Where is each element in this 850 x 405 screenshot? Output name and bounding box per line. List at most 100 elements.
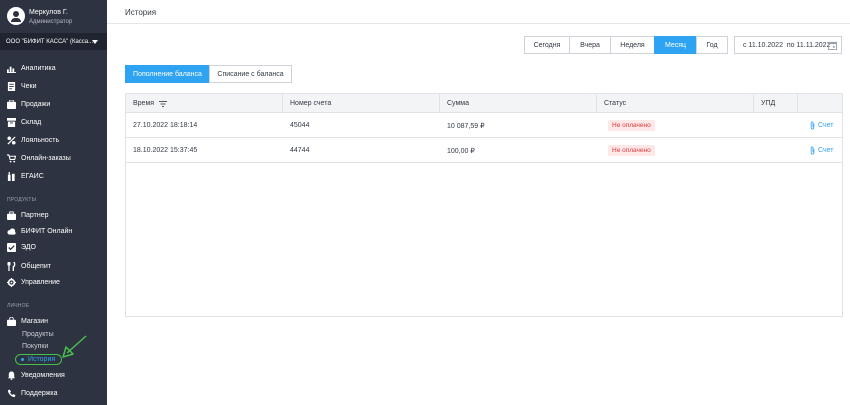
column-header-amount: Сумма [440,94,597,113]
sidebar-item-label: Партнер [21,211,49,219]
column-header-number: Номер счета [283,94,440,113]
bottle-icon [7,171,16,181]
cell-number: 44744 [290,147,310,154]
section-title-personal: ЛИЧНОЕ [7,303,30,309]
bell-icon [7,370,16,380]
cell-upd [754,113,761,138]
sidebar-item-catering[interactable]: Общепит [0,259,107,273]
sidebar-subitem-history[interactable]: История [15,354,62,365]
avatar [7,7,25,25]
calendar-icon[interactable] [828,41,837,50]
gear-icon [7,277,16,287]
sidebar-item-partner[interactable]: Партнер [0,208,107,222]
sidebar-item-receipts[interactable]: Чеки [0,79,107,93]
phone-icon [7,388,16,398]
organization-name: ООО "БИФИТ КАССА" (Касса... [6,38,94,45]
sidebar-item-label: Лояльность [21,136,60,144]
sidebar-item-label: Магазин [21,317,49,325]
cell-time: 27.10.2022 18:18:14 [133,122,198,129]
sidebar-item-label: Общепит [21,262,51,270]
briefcase-icon [7,210,16,220]
period-year-button[interactable]: Год [696,36,728,54]
date-range-value: с 11.10.2022 по 11.11.2022 [743,41,831,49]
shop-icon [7,316,16,326]
column-header-time[interactable]: Время [126,94,283,113]
cell-status: Не оплачено [601,113,655,138]
tab-balance-topup[interactable]: Пополнение баланса [125,65,210,83]
sales-icon [7,99,16,109]
cell-actions: Счет [802,113,834,138]
sidebar-item-label: Аналитика [21,64,56,72]
history-table: Время Номер счета Сумма Статус УПД 27.10… [125,93,843,317]
table-header: Время Номер счета Сумма Статус УПД [126,94,842,113]
sidebar-item-loyalty[interactable]: Лояльность [0,133,107,147]
sidebar-item-management[interactable]: Управление [0,275,107,289]
sidebar-item-label: БИФИТ Онлайн [21,227,73,235]
column-header-upd: УПД [754,94,798,113]
date-range-picker[interactable]: с 11.10.2022 по 11.11.2022 [734,36,842,54]
sidebar-item-label: Склад [21,118,42,126]
sidebar-subitem-products[interactable]: Продукты [22,331,54,338]
status-badge: Не оплачено [608,120,655,131]
sidebar-subitem-purchases[interactable]: Покупки [22,343,48,350]
edo-icon [7,242,16,252]
page-title: История [125,8,157,17]
sidebar-item-support[interactable]: Поддержка [0,386,107,400]
invoice-link-label: Счет [818,147,834,154]
period-yesterday-button[interactable]: Вчера [569,36,611,54]
percent-icon [7,135,16,145]
analytics-icon [7,64,16,73]
sidebar: Меркулов Г. Администратор ООО "БИФИТ КАС… [0,0,107,405]
sidebar-item-label: ЭДО [21,243,36,251]
sidebar-item-sales[interactable]: Продажи [0,97,107,111]
page-header: История [107,0,850,24]
cell-status: Не оплачено [601,138,655,163]
sidebar-item-warehouse[interactable]: Склад [0,115,107,129]
user-profile[interactable]: Меркулов Г. Администратор [6,6,106,28]
user-name: Меркулов Г. [29,9,68,16]
filter-icon[interactable] [159,100,168,107]
period-month-button[interactable]: Месяц [654,36,697,54]
sidebar-item-label: Продажи [21,100,51,108]
sidebar-item-egais[interactable]: ЕГАИС [0,169,107,183]
sidebar-item-edo[interactable]: ЭДО [0,240,107,254]
paperclip-icon [810,146,815,155]
chevron-down-icon [92,40,98,44]
cell-actions: Счет [802,138,834,163]
sidebar-item-bifit-online[interactable]: БИФИТ Онлайн [0,224,107,238]
tab-balance-writeoff[interactable]: Списание с баланса [209,65,292,83]
cloud-icon [7,227,16,236]
cart-icon [7,153,16,163]
cell-time: 18.10.2022 15:37:45 [133,147,198,154]
table-row: 18.10.2022 15:37:45 44744 100,00 ₽ Не оп… [126,138,842,163]
sidebar-item-analytics[interactable]: Аналитика [0,61,107,75]
annotation-arrow-icon [62,335,87,358]
cell-amount: 10 087,59 ₽ [447,122,485,130]
invoice-link[interactable]: Счет [809,121,834,130]
period-selector: Сегодня Вчера Неделя Месяц Год [524,36,728,54]
column-header-actions [798,94,842,113]
sidebar-item-label: ЕГАИС [21,172,44,180]
period-week-button[interactable]: Неделя [610,36,655,54]
section-title-products: ПРОДУКТЫ [7,197,37,203]
status-badge: Не оплачено [608,145,655,156]
sidebar-item-online-orders[interactable]: Онлайн-заказы [0,151,107,165]
sidebar-item-label: Поддержка [21,389,58,397]
invoice-link[interactable]: Счет [809,146,834,155]
cutlery-icon [7,261,16,271]
paperclip-icon [810,121,815,130]
sidebar-item-label: Чеки [21,82,37,90]
receipt-icon [7,81,16,91]
column-header-status: Статус [597,94,754,113]
invoice-link-label: Счет [818,122,834,129]
warehouse-icon [7,117,16,127]
active-dot-icon [21,358,24,361]
organization-selector[interactable]: ООО "БИФИТ КАССА" (Касса... [0,33,107,50]
cell-amount: 100,00 ₽ [447,147,475,155]
period-today-button[interactable]: Сегодня [524,36,570,54]
sidebar-subitem-label: История [28,356,56,363]
sidebar-item-shop[interactable]: Магазин [0,314,107,328]
sidebar-item-label: Онлайн-заказы [21,154,71,162]
cell-upd [754,138,761,163]
sidebar-item-notifications[interactable]: Уведомления [0,368,107,382]
